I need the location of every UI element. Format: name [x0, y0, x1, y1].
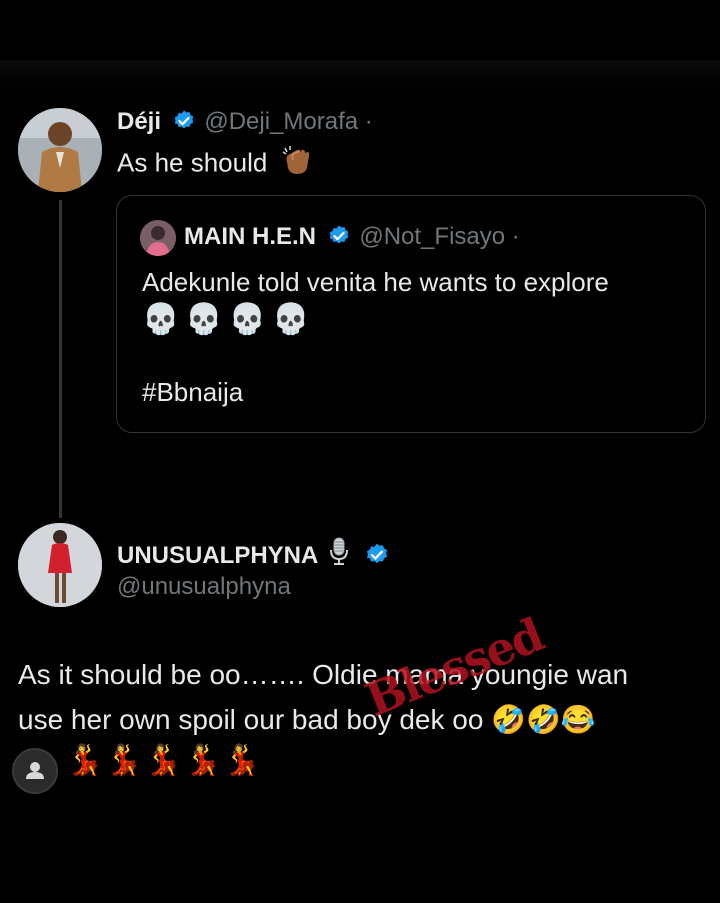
separator-dot: ·: [364, 108, 373, 135]
display-name[interactable]: UNUSUALPHYNA: [117, 542, 318, 569]
main-hen-avatar[interactable]: [140, 220, 176, 256]
top-shadow: [0, 60, 720, 90]
hashtag[interactable]: #Bbnaija: [142, 377, 243, 408]
microphone-icon: [329, 537, 349, 572]
tweet1-header: Déji @Deji_Morafa ·: [117, 108, 373, 137]
tweet2-text-line1: As it should be oo……. Oldie mama youngie…: [18, 659, 629, 690]
dancer-emojis: 💃💃💃💃💃: [66, 744, 263, 777]
quote-header: MAIN H.E.N @Not_Fisayo ·: [184, 223, 520, 252]
thread-connector: [59, 200, 62, 518]
person-silhouette-icon: [140, 220, 176, 256]
profile-user-button[interactable]: [12, 748, 58, 794]
skull-emojis: 💀💀💀💀: [142, 303, 316, 336]
verified-badge-icon: [329, 225, 348, 244]
person-silhouette-icon: [18, 523, 102, 607]
tweet1-body: As he should: [117, 146, 315, 183]
display-name[interactable]: MAIN H.E.N: [184, 223, 316, 250]
clapping-hands-icon: [281, 146, 315, 183]
handle[interactable]: @unusualphyna: [117, 573, 291, 601]
person-silhouette-icon: [18, 108, 102, 192]
handle[interactable]: @Not_Fisayo: [359, 223, 505, 250]
unusualphyna-avatar[interactable]: [18, 523, 102, 607]
separator-dot: ·: [511, 223, 520, 250]
deji-avatar[interactable]: [18, 108, 102, 192]
tweet2-text-line2: use her own spoil our bad boy dek oo 🤣🤣😂: [18, 704, 596, 735]
display-name[interactable]: Déji: [117, 108, 161, 135]
quote-text-line1: Adekunle told venita he wants to explore: [142, 267, 609, 297]
tweet-text: As he should: [117, 147, 268, 178]
user-icon: [26, 762, 44, 779]
verified-badge-icon: [174, 110, 193, 129]
tweet2-header: UNUSUALPHYNA: [117, 537, 390, 576]
tweet-screenshot: Déji @Deji_Morafa · As he should MAIN H.…: [0, 0, 720, 903]
verified-badge-icon: [366, 543, 387, 563]
handle[interactable]: @Deji_Morafa: [204, 108, 358, 135]
